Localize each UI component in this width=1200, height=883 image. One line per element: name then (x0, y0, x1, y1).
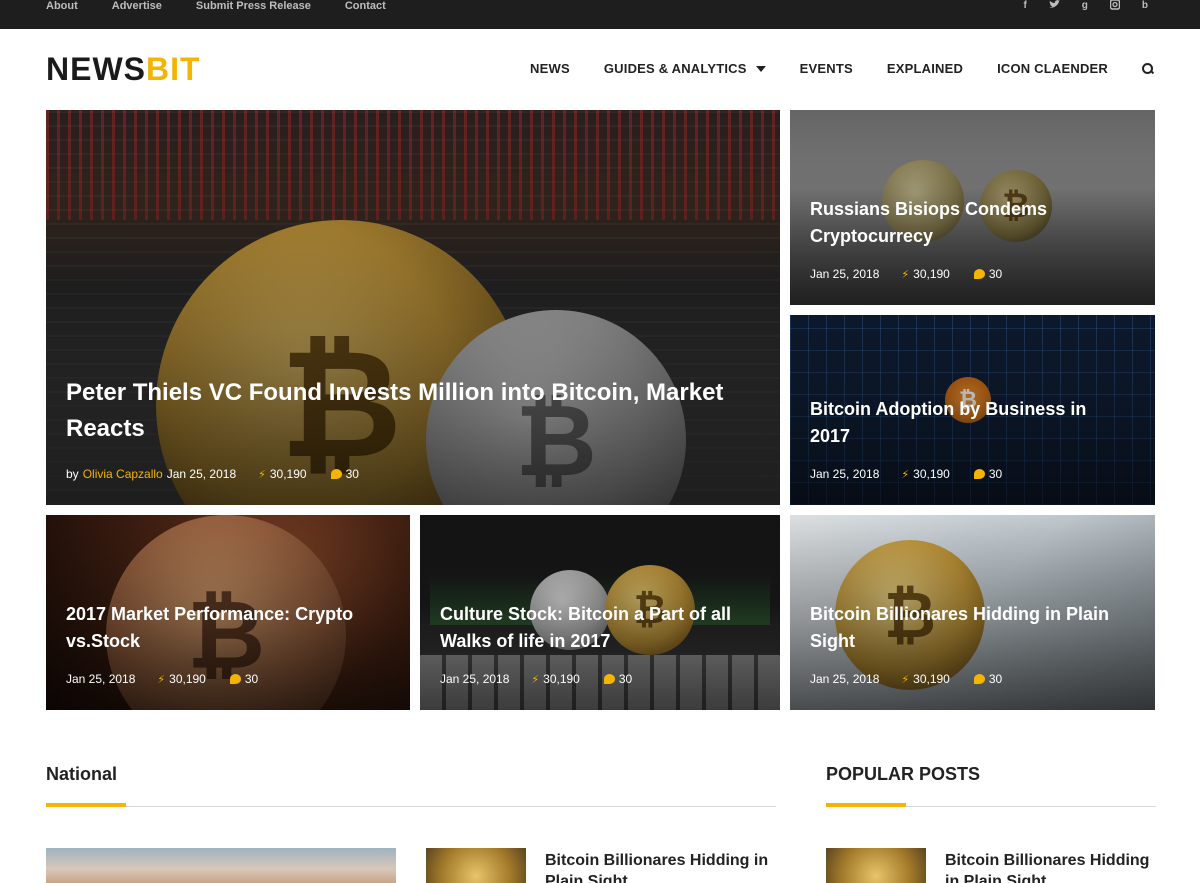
logo-text-bit: BIT (146, 51, 201, 87)
twitter-icon[interactable] (1048, 0, 1060, 13)
article-meta: Jan 25, 2018 ⚡ 30,190 30 (440, 672, 632, 686)
article-title[interactable]: Culture Stock: Bitcoin a Part of all Wal… (440, 601, 760, 655)
national-thumb-image[interactable] (426, 848, 526, 883)
article-title[interactable]: Bitcoin Billionares Hidding in Plain Sig… (810, 601, 1130, 655)
social-links: f g b (1023, 0, 1148, 13)
post-date: Jan 25, 2018 (810, 467, 880, 481)
site-header: NEWSBIT NEWS GUIDES & ANALYTICS EVENTS E… (0, 29, 1200, 110)
nav-label: EVENTS (799, 61, 853, 76)
top-links: About Advertise Submit Press Release Con… (46, 0, 420, 14)
article-card[interactable]: ₿ 2017 Market Performance: Crypto vs.Sto… (46, 515, 410, 710)
comment-icon (973, 269, 985, 279)
by-label: by (66, 467, 79, 481)
bitcoin-icon[interactable]: b (1142, 0, 1148, 13)
author-link[interactable]: Olivia Capzallo (83, 467, 163, 481)
section-accent-bar (826, 803, 906, 807)
national-lead-image[interactable] (46, 848, 396, 883)
nav-item-guides-analytics[interactable]: GUIDES & ANALYTICS (604, 61, 766, 76)
comments-count[interactable]: 30 (989, 467, 1002, 481)
section-divider (46, 806, 776, 807)
comment-icon (973, 674, 985, 684)
nav-item-events[interactable]: EVENTS (800, 61, 853, 76)
comments-count[interactable]: 30 (989, 267, 1002, 281)
article-card[interactable]: ₿ Bitcoin Billionares Hidding in Plain S… (790, 515, 1155, 710)
comment-icon (603, 674, 615, 684)
section-accent-bar (46, 803, 126, 807)
article-title[interactable]: 2017 Market Performance: Crypto vs.Stock (66, 601, 386, 655)
post-date: Jan 25, 2018 (66, 672, 136, 686)
views-icon: ⚡ (531, 673, 540, 686)
section-title-national: National (46, 764, 118, 784)
google-plus-icon[interactable]: g (1082, 0, 1088, 13)
article-meta: Jan 25, 2018 ⚡ 30,190 30 (810, 267, 1002, 281)
nav-label: GUIDES & ANALYTICS (603, 61, 747, 76)
views-icon: ⚡ (901, 468, 910, 481)
post-date: Jan 25, 2018 (440, 672, 510, 686)
views-count: 30,190 (169, 672, 206, 686)
article-meta: Jan 25, 2018 ⚡ 30,190 30 (810, 672, 1002, 686)
comments-count[interactable]: 30 (245, 672, 258, 686)
nav-label: NEWS (530, 61, 570, 76)
article-card[interactable]: ₿ Culture Stock: Bitcoin a Part of all W… (420, 515, 780, 710)
popular-thumb-image[interactable] (826, 848, 926, 883)
main-nav: NEWS GUIDES & ANALYTICS EVENTS EXPLAINED… (496, 61, 1154, 76)
facebook-icon[interactable]: f (1023, 0, 1026, 13)
top-link-about[interactable]: About (46, 0, 78, 14)
section-title-popular-posts: POPULAR POSTS (826, 764, 981, 784)
search-icon[interactable] (1142, 62, 1154, 75)
comments-count[interactable]: 30 (619, 672, 632, 686)
top-link-submit-press-release[interactable]: Submit Press Release (196, 0, 311, 14)
top-link-contact[interactable]: Contact (345, 0, 386, 14)
article-meta: Jan 25, 2018 ⚡ 30,190 30 (810, 467, 1002, 481)
logo-text-news: NEWS (46, 51, 146, 87)
article-card[interactable]: ₿ Russians Bisiops Condems Cryptocurrecy… (790, 110, 1155, 305)
views-icon: ⚡ (157, 673, 166, 686)
comment-icon (973, 469, 985, 479)
article-title[interactable]: Russians Bisiops Condems Cryptocurrecy (810, 196, 1130, 250)
nav-item-news[interactable]: NEWS (530, 61, 570, 76)
top-link-advertise[interactable]: Advertise (112, 0, 162, 14)
article-title[interactable]: Bitcoin Adoption by Business in 2017 (810, 396, 1130, 450)
popular-list-title[interactable]: Bitcoin Billionares Hidding in Plain Sig… (945, 850, 1155, 883)
comments-count[interactable]: 30 (346, 467, 359, 481)
site-logo[interactable]: NEWSBIT (46, 51, 201, 87)
views-count: 30,190 (913, 267, 950, 281)
instagram-icon[interactable] (1109, 0, 1121, 13)
views-icon: ⚡ (258, 468, 266, 481)
views-count: 30,190 (269, 467, 307, 481)
article-meta: Jan 25, 2018 ⚡ 30,190 30 (66, 672, 258, 686)
post-date: Jan 25, 2018 (166, 467, 237, 481)
comment-icon (330, 469, 342, 479)
post-date: Jan 25, 2018 (810, 672, 880, 686)
nav-item-explained[interactable]: EXPLAINED (887, 61, 963, 76)
views-count: 30,190 (543, 672, 580, 686)
nav-label: ICON CLAENDER (997, 61, 1108, 76)
comments-count[interactable]: 30 (989, 672, 1002, 686)
views-count: 30,190 (913, 672, 950, 686)
featured-meta: by Olivia Capzallo Jan 25, 2018 ⚡ 30,190… (66, 467, 359, 481)
top-bar: About Advertise Submit Press Release Con… (0, 0, 1200, 29)
featured-title[interactable]: Peter Thiels VC Found Invests Million in… (66, 375, 756, 447)
national-list-title[interactable]: Bitcoin Billionares Hidding in Plain Sig… (545, 850, 775, 883)
article-card[interactable]: ₿ Bitcoin Adoption by Business in 2017 J… (790, 315, 1155, 505)
post-date: Jan 25, 2018 (810, 267, 880, 281)
caret-down-icon (755, 65, 766, 72)
views-icon: ⚡ (901, 268, 910, 281)
views-icon: ⚡ (901, 673, 910, 686)
nav-item-icon-calendar[interactable]: ICON CLAENDER (997, 61, 1108, 76)
views-count: 30,190 (913, 467, 950, 481)
nav-label: EXPLAINED (886, 61, 964, 76)
featured-article-card[interactable]: ₿ ₿ Peter Thiels VC Found Invests Millio… (46, 110, 780, 505)
comment-icon (229, 674, 241, 684)
